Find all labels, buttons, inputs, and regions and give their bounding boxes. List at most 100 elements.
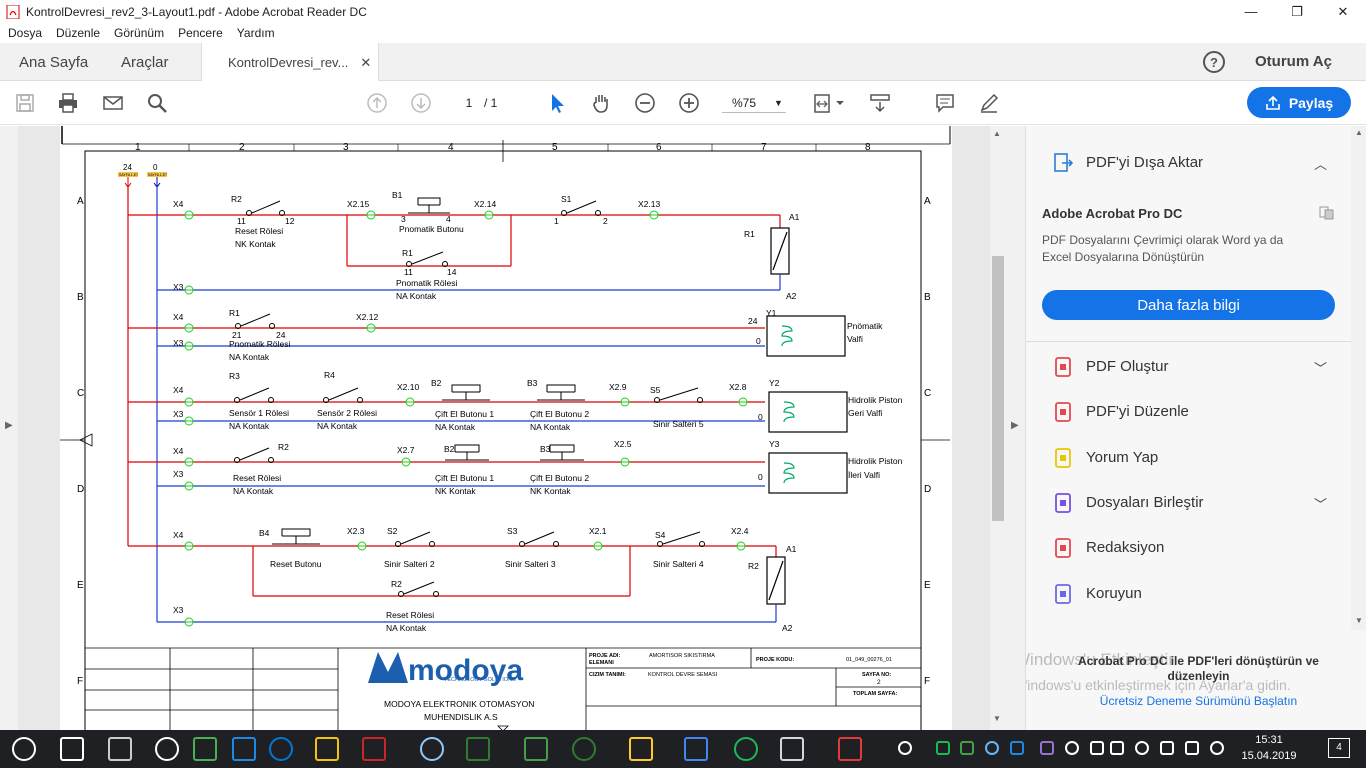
tool-item-label[interactable]: Dosyaları Birleştir bbox=[1086, 494, 1204, 511]
scroll-up-icon[interactable]: ▲ bbox=[1355, 128, 1363, 137]
tab-document[interactable]: KontrolDevresi_rev... ✕ bbox=[201, 43, 379, 82]
taskbar-app-icon[interactable] bbox=[780, 737, 804, 761]
schematic-label: Çift El Butonu 1 bbox=[435, 473, 494, 483]
tool-item-label[interactable]: PDF Oluştur bbox=[1086, 358, 1169, 375]
notification-center-button[interactable]: 4 bbox=[1328, 738, 1350, 758]
learn-more-button[interactable]: Daha fazla bilgi bbox=[1042, 290, 1335, 320]
zoom-in-icon[interactable] bbox=[677, 91, 701, 115]
tool-item-label[interactable]: PDF'yi Düzenle bbox=[1086, 403, 1189, 420]
menu-item-file[interactable]: Dosya bbox=[8, 26, 42, 40]
next-page-icon[interactable] bbox=[409, 91, 433, 115]
taskbar-app-icon[interactable] bbox=[155, 737, 179, 761]
zoom-level-select[interactable]: %75 ▼ bbox=[722, 93, 786, 113]
share-button[interactable]: Paylaş bbox=[1247, 87, 1351, 118]
save-icon[interactable] bbox=[13, 91, 37, 115]
scroll-down-icon[interactable]: ▼ bbox=[993, 714, 1001, 723]
taskbar-app-icon[interactable] bbox=[1110, 741, 1124, 755]
schematic-label: NA Kontak bbox=[229, 352, 270, 362]
email-icon[interactable] bbox=[101, 91, 125, 115]
schematic-label: B2 bbox=[431, 378, 442, 388]
contact-mark bbox=[251, 200, 281, 214]
scroll-mode-icon[interactable] bbox=[868, 91, 892, 115]
tab-tools[interactable]: Araçlar bbox=[121, 43, 169, 81]
taskbar-app-icon[interactable] bbox=[838, 737, 862, 761]
previous-page-icon[interactable] bbox=[365, 91, 389, 115]
taskbar-app-icon[interactable] bbox=[108, 737, 132, 761]
chevron-down-icon[interactable]: ﹀ bbox=[1314, 358, 1327, 377]
schematic-label: X4 bbox=[173, 385, 184, 395]
taskbar-app-icon[interactable] bbox=[734, 737, 758, 761]
row-letter: F bbox=[77, 676, 83, 687]
collapse-right-panel-icon[interactable]: ▶ bbox=[1011, 420, 1019, 431]
comment-tool-icon[interactable] bbox=[933, 91, 957, 115]
taskbar-app-icon[interactable] bbox=[898, 741, 912, 755]
taskbar-app-icon[interactable] bbox=[269, 737, 293, 761]
tool-item-label[interactable]: Yorum Yap bbox=[1086, 449, 1158, 466]
minimize-button[interactable]: — bbox=[1228, 0, 1274, 23]
scroll-down-icon[interactable]: ▼ bbox=[1355, 616, 1363, 625]
expand-left-panel-icon[interactable]: ▶ bbox=[5, 420, 13, 431]
tool-item-label[interactable]: Koruyun bbox=[1086, 585, 1142, 602]
taskbar-app-icon[interactable] bbox=[629, 737, 653, 761]
maximize-button[interactable]: ❐ bbox=[1274, 0, 1320, 23]
taskbar-app-icon[interactable] bbox=[1185, 741, 1199, 755]
print-icon[interactable] bbox=[56, 91, 80, 115]
chevron-up-icon[interactable]: ︿ bbox=[1314, 154, 1327, 173]
menu-item-help[interactable]: Yardım bbox=[237, 26, 275, 40]
taskbar-app-icon[interactable] bbox=[960, 741, 974, 755]
free-trial-link[interactable]: Ücretsiz Deneme Sürümünü Başlatın bbox=[1046, 694, 1351, 708]
sign-pen-icon[interactable] bbox=[977, 91, 1001, 115]
scroll-up-icon[interactable]: ▲ bbox=[993, 129, 1001, 138]
menu-item-edit[interactable]: Düzenle bbox=[56, 26, 100, 40]
taskbar-app-icon[interactable] bbox=[315, 737, 339, 761]
row-letter: F bbox=[924, 676, 930, 687]
chevron-down-icon[interactable]: ﹀ bbox=[1314, 494, 1327, 513]
tools-pane-scrollbar[interactable]: ▲ ▼ bbox=[1351, 126, 1366, 630]
taskbar-app-icon[interactable] bbox=[1040, 741, 1054, 755]
tool-item-label[interactable]: Redaksiyon bbox=[1086, 539, 1164, 556]
taskbar-app-icon[interactable] bbox=[936, 741, 950, 755]
zoom-out-icon[interactable] bbox=[633, 91, 657, 115]
taskbar-app-icon[interactable] bbox=[466, 737, 490, 761]
page-number-input[interactable]: 1 bbox=[455, 93, 483, 113]
hand-tool-icon[interactable] bbox=[589, 91, 613, 115]
schematic-label: NA Kontak bbox=[233, 486, 274, 496]
scrollbar-thumb[interactable] bbox=[992, 256, 1004, 521]
taskbar-app-icon[interactable] bbox=[1010, 741, 1024, 755]
redact-icon bbox=[1055, 538, 1071, 558]
select-tool-icon[interactable] bbox=[545, 91, 569, 115]
schematic-label: Çift El Butonu 1 bbox=[435, 409, 494, 419]
taskbar-app-icon[interactable] bbox=[1065, 741, 1079, 755]
start-button[interactable] bbox=[12, 737, 36, 761]
taskbar-app-icon[interactable] bbox=[1135, 741, 1149, 755]
menu-item-view[interactable]: Görünüm bbox=[114, 26, 164, 40]
taskbar-app-icon[interactable] bbox=[572, 737, 596, 761]
schematic-label: X4 bbox=[173, 530, 184, 540]
taskbar-app-icon[interactable] bbox=[362, 737, 386, 761]
taskbar-app-icon[interactable] bbox=[1210, 741, 1224, 755]
document-scrollbar[interactable]: ▲ ▼ bbox=[990, 126, 1006, 730]
taskbar-app-icon[interactable] bbox=[524, 737, 548, 761]
system-clock[interactable]: 15:31 15.04.2019 bbox=[1240, 732, 1298, 764]
taskbar-app-icon[interactable] bbox=[193, 737, 217, 761]
close-window-button[interactable]: ✕ bbox=[1320, 0, 1366, 23]
column-number: 6 bbox=[656, 142, 662, 153]
help-button[interactable]: ? bbox=[1203, 51, 1225, 73]
taskbar-app-icon[interactable] bbox=[1090, 741, 1104, 755]
tab-close-icon[interactable]: ✕ bbox=[360, 55, 371, 71]
export-pdf-title[interactable]: PDF'yi Dışa Aktar bbox=[1086, 154, 1203, 171]
menu-item-window[interactable]: Pencere bbox=[178, 26, 223, 40]
tab-home[interactable]: Ana Sayfa bbox=[19, 43, 88, 81]
taskbar-app-icon[interactable] bbox=[684, 737, 708, 761]
taskbar-app-icon[interactable] bbox=[985, 741, 999, 755]
clock-date: 15.04.2019 bbox=[1241, 750, 1297, 762]
taskbar-app-icon[interactable] bbox=[1160, 741, 1174, 755]
document-viewport[interactable]: 1 2 3 4 5 6 7 8 A B C D E F A B C D E F bbox=[0, 126, 1025, 730]
fit-page-icon[interactable] bbox=[812, 91, 848, 115]
schematic-label: X2.5 bbox=[614, 439, 632, 449]
search-icon[interactable] bbox=[60, 737, 84, 761]
sign-in-button[interactable]: Oturum Aç bbox=[1255, 53, 1332, 70]
taskbar-app-icon[interactable] bbox=[232, 737, 256, 761]
taskbar-app-icon[interactable] bbox=[420, 737, 444, 761]
search-icon[interactable] bbox=[145, 91, 169, 115]
